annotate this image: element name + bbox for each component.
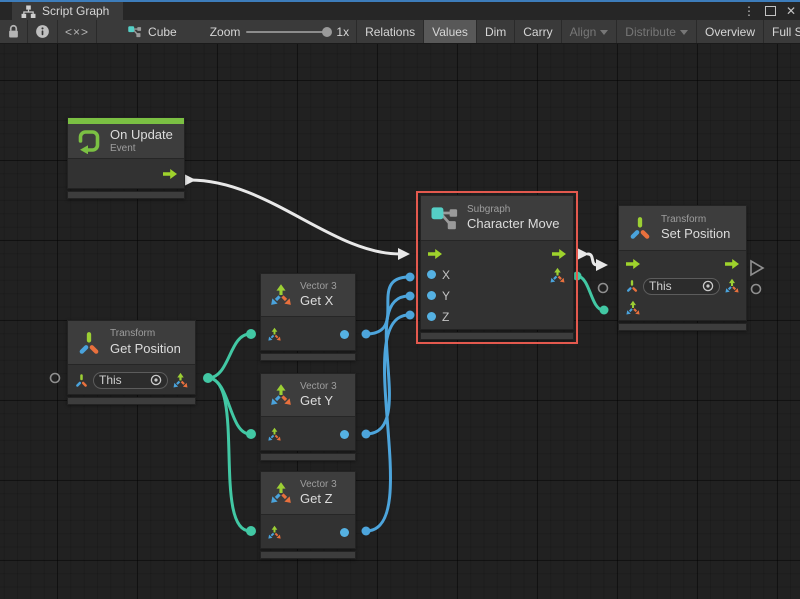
node-kind: Transform [661, 214, 730, 227]
fullscreen-button[interactable]: Full Screen [764, 20, 800, 43]
node-kind: Vector 3 [300, 281, 337, 294]
close-icon[interactable]: ✕ [786, 5, 796, 17]
subgraph-icon [429, 203, 459, 233]
dim-button[interactable]: Dim [477, 20, 515, 43]
transform-port-icon[interactable] [74, 373, 89, 388]
vector3-input-icon[interactable] [267, 327, 282, 342]
node-character-move[interactable]: Subgraph Character Move X Y [420, 195, 574, 340]
transform-port-icon[interactable] [625, 279, 639, 293]
values-button[interactable]: Values [424, 20, 477, 43]
node-kind: Vector 3 [300, 381, 337, 394]
tab-bar: Script Graph ⋮ ✕ [0, 2, 800, 20]
node-title: Get Z [300, 491, 337, 507]
code-icon: <×> [65, 25, 89, 39]
y-value-output-port[interactable] [340, 430, 349, 439]
maximize-icon[interactable] [765, 6, 776, 16]
node-footer [260, 453, 356, 461]
tab-script-graph[interactable]: Script Graph [12, 2, 123, 20]
lock-icon [7, 24, 20, 39]
node-title: Get X [300, 293, 337, 309]
node-kind: Subgraph [467, 204, 559, 217]
vector3-output-icon[interactable] [549, 267, 566, 284]
node-get-position[interactable]: Transform Get Position This [67, 320, 196, 405]
distribute-dropdown[interactable]: Distribute [617, 20, 697, 43]
node-get-x[interactable]: Vector 3 Get X [260, 273, 356, 361]
z-value-output-port[interactable] [340, 528, 349, 537]
dropdown-arrow-icon [600, 30, 608, 35]
port-label-y: Y [442, 289, 450, 303]
dropdown-arrow-icon [680, 30, 688, 35]
x-value-output-port[interactable] [340, 330, 349, 339]
node-title: On Update [110, 127, 173, 143]
flow-input-arrow-icon[interactable] [625, 258, 641, 270]
node-kind: Vector 3 [300, 479, 337, 492]
x-input-port[interactable] [427, 270, 436, 279]
zoom-slider[interactable] [246, 31, 330, 33]
vector3-output-icon[interactable] [172, 372, 189, 389]
node-footer [260, 551, 356, 559]
window-menu-icon[interactable]: ⋮ [743, 5, 755, 17]
transform-icon [76, 330, 102, 356]
this-object-field[interactable]: This [643, 278, 720, 295]
node-kind: Transform [110, 328, 181, 341]
node-title: Get Y [300, 393, 337, 409]
transform-icon [627, 215, 653, 241]
port-label-z: Z [442, 310, 449, 324]
vector3-output-icon[interactable] [724, 278, 740, 294]
info-button[interactable] [28, 20, 58, 43]
vector3-input-icon[interactable] [267, 427, 282, 442]
node-title: Get Position [110, 341, 181, 357]
zoom-slider-handle[interactable] [322, 27, 332, 37]
object-picker-icon[interactable] [150, 374, 162, 386]
this-object-field[interactable]: This [93, 372, 168, 389]
vector3-input-icon[interactable] [625, 300, 641, 316]
tab-label: Script Graph [42, 4, 109, 18]
port-label-x: X [442, 268, 450, 282]
overview-button[interactable]: Overview [697, 20, 764, 43]
zoom-value: 1x [336, 25, 349, 39]
zoom-label: Zoom [210, 25, 241, 39]
node-title: Character Move [467, 216, 559, 232]
script-graph-window: Script Graph ⋮ ✕ <×> Cube Zoom 1x [0, 0, 800, 599]
flow-output-arrow-icon[interactable] [162, 168, 178, 180]
vector3-icon [269, 383, 293, 407]
node-kind: Event [110, 143, 173, 156]
graph-toolbar: <×> Cube Zoom 1x Relations Values Dim Ca… [0, 20, 800, 44]
node-footer [67, 397, 196, 405]
relations-button[interactable]: Relations [357, 20, 424, 43]
node-get-y[interactable]: Vector 3 Get Y [260, 373, 356, 461]
vector3-icon [269, 481, 293, 505]
node-set-position[interactable]: Transform Set Position This [618, 205, 747, 331]
node-on-update[interactable]: On Update Event [67, 117, 185, 199]
align-dropdown[interactable]: Align [562, 20, 618, 43]
graph-hierarchy-icon [21, 5, 36, 18]
node-title: Set Position [661, 226, 730, 242]
graph-name: Cube [148, 25, 177, 39]
node-footer [618, 323, 747, 331]
z-input-port[interactable] [427, 312, 436, 321]
node-footer [420, 332, 574, 340]
flow-output-arrow-icon[interactable] [551, 248, 567, 260]
graph-asset-icon [127, 24, 142, 39]
graph-breadcrumb[interactable]: Cube [97, 20, 184, 43]
object-picker-icon[interactable] [702, 280, 714, 292]
lock-button[interactable] [0, 20, 28, 43]
info-icon [35, 24, 50, 39]
node-footer [260, 353, 356, 361]
y-input-port[interactable] [427, 291, 436, 300]
flow-output-arrow-icon[interactable] [724, 258, 740, 270]
node-footer [67, 191, 185, 199]
zoom-control: Zoom 1x [184, 20, 357, 43]
vector3-input-icon[interactable] [267, 525, 282, 540]
edit-source-button[interactable]: <×> [58, 20, 97, 43]
node-get-z[interactable]: Vector 3 Get Z [260, 471, 356, 559]
flow-input-arrow-icon[interactable] [427, 248, 443, 260]
carry-button[interactable]: Carry [515, 20, 561, 43]
vector3-icon [269, 283, 293, 307]
update-loop-icon [76, 128, 102, 154]
